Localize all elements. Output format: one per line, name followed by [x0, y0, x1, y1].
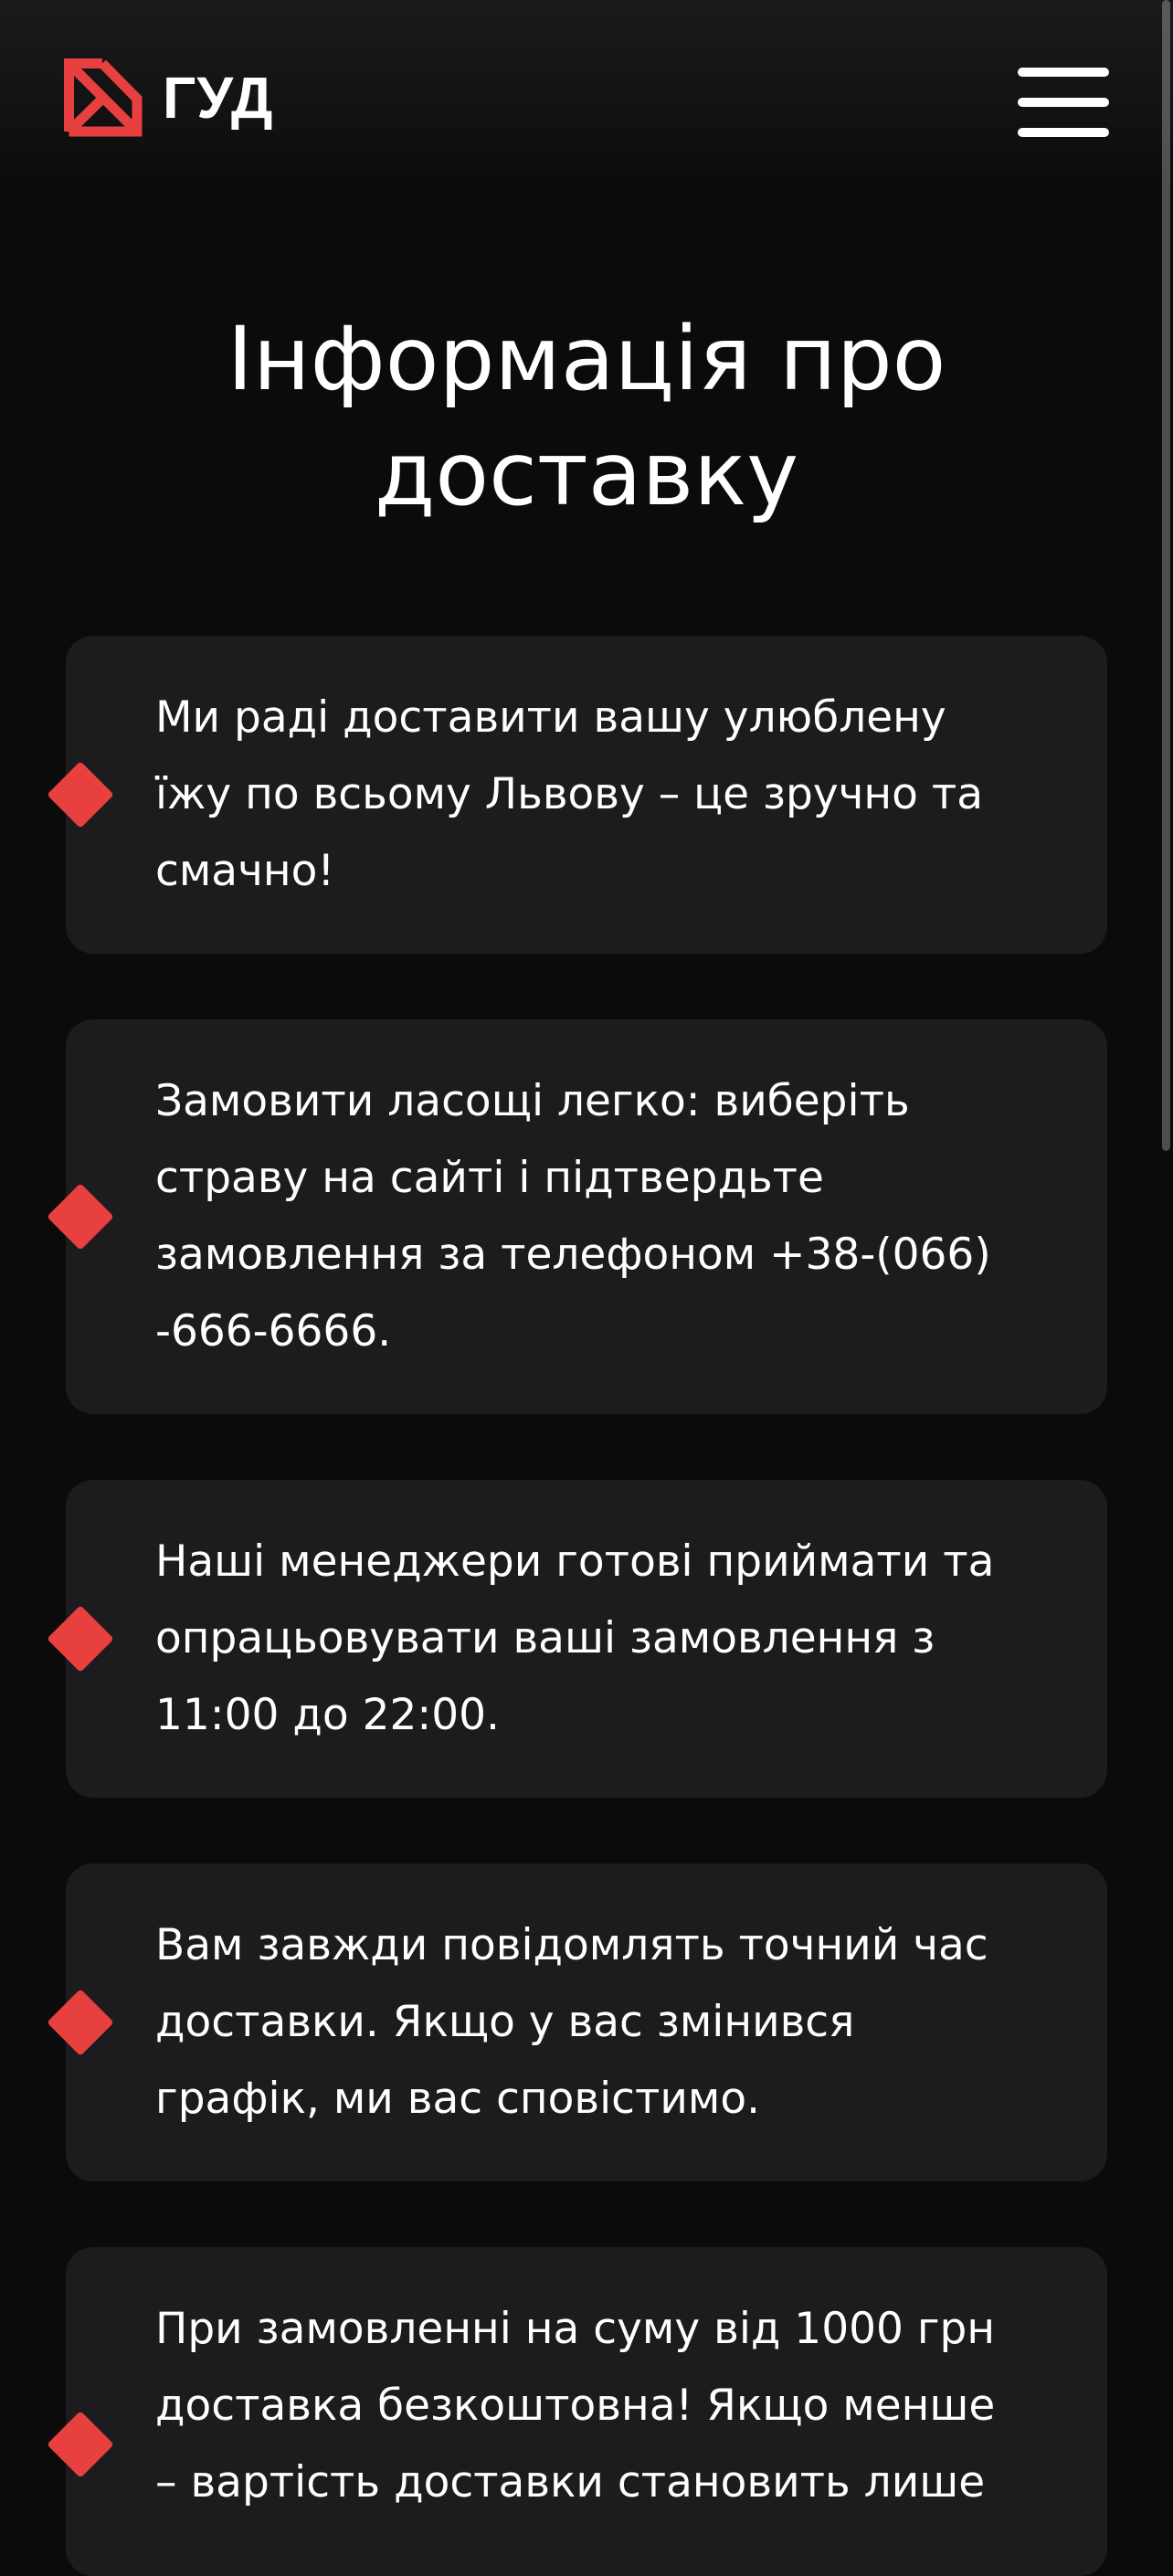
- page-title-line: Інформація про: [227, 308, 946, 410]
- diamond-bullet-icon: [47, 1989, 114, 2056]
- text-line: графік, ми вас сповістимо.: [155, 2074, 761, 2124]
- text-line: Наші менеджери готові приймати та: [155, 1536, 995, 1587]
- info-card: При замовленні на суму від 1000 грн дост…: [47, 2247, 1107, 2576]
- text-line: Ми раді доставити вашу улюблену: [155, 692, 946, 743]
- info-card-text: Вам завжди повідомлять точний час достав…: [155, 1907, 1052, 2138]
- info-card-text: Ми раді доставити вашу улюблену їжу по в…: [155, 680, 1052, 910]
- text-line: – вартість доставки становить лише: [155, 2457, 986, 2507]
- info-card-text: Замовити ласощі легко: виберіть страву н…: [155, 1063, 1052, 1370]
- text-line: Замовити ласощі легко: виберіть: [155, 1076, 910, 1126]
- text-line: При замовленні на суму від 1000 грн: [155, 2304, 996, 2354]
- page-title-line: доставку: [374, 423, 798, 525]
- logo-icon: [64, 58, 143, 137]
- info-card: Вам завжди повідомлять точний час достав…: [47, 1863, 1107, 2181]
- menu-bar: [1018, 68, 1109, 77]
- hamburger-menu-icon[interactable]: [1018, 68, 1109, 137]
- text-line: замовлення за телефоном +38-(066): [155, 1230, 991, 1280]
- menu-bar: [1018, 128, 1109, 137]
- text-line: опрацьовувати ваші замовлення з: [155, 1613, 935, 1663]
- text-line: доставка безкоштовна! Якщо менше: [155, 2381, 996, 2431]
- info-card: Ми раді доставити вашу улюблену їжу по в…: [47, 636, 1107, 954]
- diamond-bullet-icon: [47, 1183, 114, 1251]
- text-line: смачно!: [155, 846, 335, 896]
- diamond-bullet-icon: [47, 2411, 114, 2478]
- text-line: -666-6666.: [155, 1306, 392, 1357]
- menu-bar: [1018, 98, 1109, 107]
- text-line: 11:00 до 22:00.: [155, 1690, 500, 1740]
- diamond-bullet-icon: [47, 1605, 114, 1673]
- diamond-bullet-icon: [47, 761, 114, 829]
- site-header: ГУД: [0, 0, 1173, 192]
- info-card-text: Наші менеджери готові приймати та опраць…: [155, 1524, 1052, 1754]
- text-line: доставки. Якщо у вас змінився: [155, 1997, 855, 2047]
- text-line: Вам завжди повідомлять точний час: [155, 1920, 988, 1970]
- text-line: їжу по всьому Львову – це зручно та: [155, 769, 984, 819]
- scrollbar[interactable]: [1162, 0, 1170, 1151]
- text-line: страву на сайті і підтвердьте: [155, 1153, 824, 1203]
- logo-text: ГУД: [163, 65, 274, 131]
- info-card: Замовити ласощі легко: виберіть страву н…: [47, 1019, 1107, 1414]
- page-title: Інформація про доставку: [0, 301, 1173, 532]
- logo[interactable]: ГУД: [64, 58, 273, 137]
- info-card: Наші менеджери готові приймати та опраць…: [47, 1480, 1107, 1798]
- info-card-text: При замовленні на суму від 1000 грн дост…: [155, 2291, 1052, 2521]
